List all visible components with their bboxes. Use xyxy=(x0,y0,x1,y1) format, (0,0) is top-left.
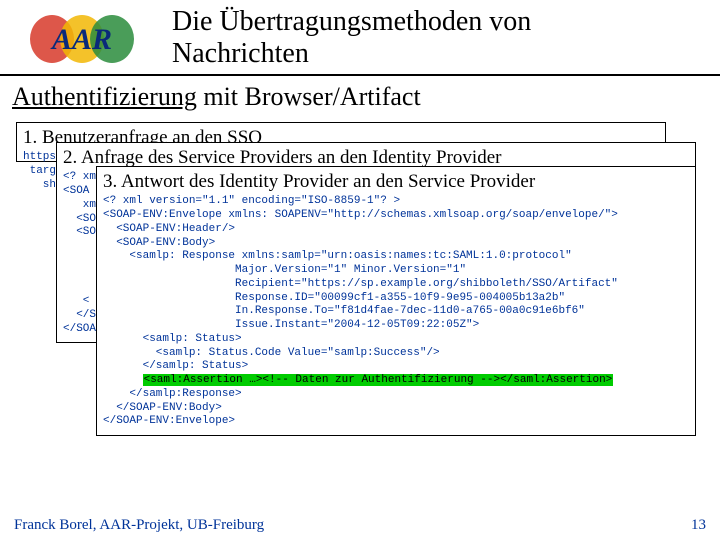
aar-logo: AAR xyxy=(12,11,152,66)
slide-footer: Franck Borel, AAR-Projekt, UB-Freiburg 1… xyxy=(0,517,720,534)
content-stage: 1. Benutzeranfrage an den SSO https: tar… xyxy=(16,122,704,502)
page-number: 13 xyxy=(691,517,706,534)
card-3-code: <? xml version="1.1" encoding="ISO-8859-… xyxy=(103,195,689,429)
slide-title: Die Übertragungsmethoden von Nachrichten xyxy=(172,6,531,70)
footer-author: Franck Borel, AAR-Projekt, UB-Freiburg xyxy=(14,517,264,534)
slide-subtitle: Authentifizierung mit Browser/Artifact xyxy=(0,76,720,116)
slide-header: AAR Die Übertragungsmethoden von Nachric… xyxy=(0,0,720,76)
highlighted-assertion: <saml:Assertion …><!-- Daten zur Authent… xyxy=(143,374,614,386)
card-3-title: 3. Antwort des Identity Provider an den … xyxy=(103,171,689,193)
card-step-3: 3. Antwort des Identity Provider an den … xyxy=(96,166,696,436)
logo-text: AAR xyxy=(50,23,112,56)
